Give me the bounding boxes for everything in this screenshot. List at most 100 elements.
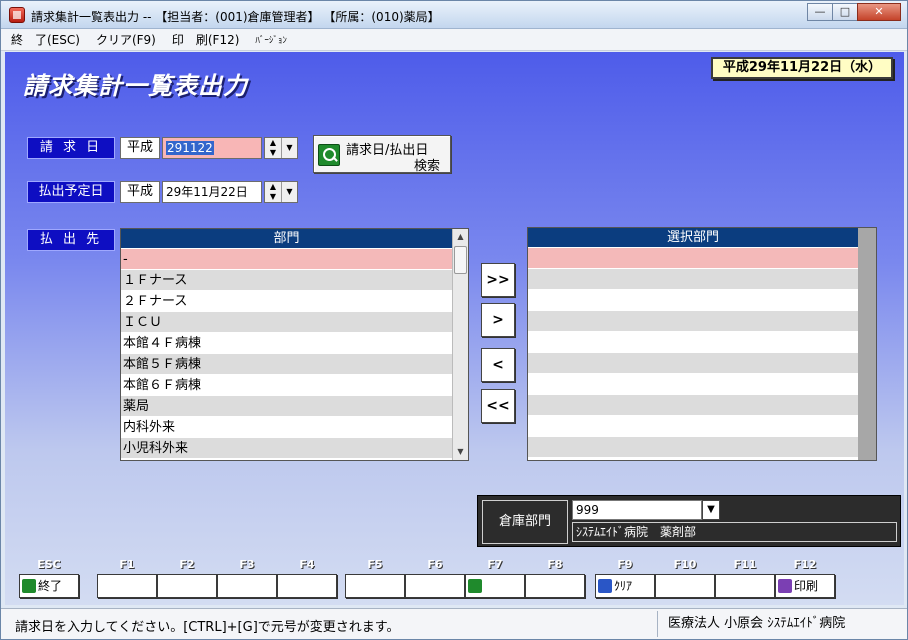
f1-button[interactable] [97,574,157,598]
remove-all-button[interactable]: << [481,389,515,423]
f6-button[interactable] [405,574,465,598]
menu-print[interactable]: 印 刷(F12) [172,31,240,48]
selected-department-list[interactable]: 選択部門 [527,227,877,461]
scroll-up-icon[interactable]: ▲ [453,229,468,245]
billing-date-label: 請 求 日 [27,137,115,159]
print-button-label: 印刷 [794,579,819,593]
list-item[interactable] [528,332,858,353]
chevron-down-icon[interactable]: ▼ [702,500,720,520]
window-controls: — □ ✕ [807,3,901,21]
menu-exit[interactable]: 終 了(ESC) [11,31,80,48]
list-item[interactable]: 内科外来 [121,417,452,438]
list-item[interactable]: 本館６Ｆ病棟 [121,375,452,396]
list-item[interactable]: １Ｆナース [121,270,452,291]
f5-button[interactable] [345,574,405,598]
page-title: 請求集計一覧表出力 [23,72,248,100]
minimize-button[interactable]: — [807,3,833,21]
title-bar[interactable]: 請求集計一覧表出力 -- 【担当者：(001)倉庫管理者】 【所属：(010)薬… [1,1,907,29]
fkey-labels: ESC F1 F2 F3 F4 F5 F6 F7 F8 F9 F10 F11 F… [5,558,904,572]
list-item[interactable]: - [121,249,452,270]
warehouse-name: ｼｽﾃﾑｴｲﾄﾞ病院 薬剤部 [572,522,897,542]
scheduled-date-label: 払出予定日 [27,181,115,203]
app-icon [9,7,25,23]
list-item[interactable]: 本館５Ｆ病棟 [121,354,452,375]
date-search-button[interactable]: 請求日/払出日 検索 [313,135,451,174]
fkey-label-f11: F11 [733,558,757,571]
up-down-icon[interactable]: ▲ ▼ [265,182,282,202]
scheduled-date-input[interactable]: 29年11月22日 [162,181,262,203]
exit-button-label: 終了 [38,579,63,593]
list-item[interactable] [528,374,858,395]
current-date-badge: 平成29年11月22日（水） [711,57,893,79]
destination-label: 払 出 先 [27,229,115,251]
app-window: 請求集計一覧表出力 -- 【担当者：(001)倉庫管理者】 【所属：(010)薬… [0,0,908,640]
f8-button[interactable] [525,574,585,598]
f4-button[interactable] [277,574,337,598]
list-item[interactable] [528,416,858,437]
add-button[interactable]: > [481,303,515,337]
list-item[interactable]: 本館４Ｆ病棟 [121,333,452,354]
fkey-label-esc: ESC [37,558,61,571]
list-item[interactable] [528,311,858,332]
department-list[interactable]: 部門 - １Ｆナース ２Ｆナース ＩＣＵ 本館４Ｆ病棟 本館５Ｆ病棟 本館６Ｆ病… [120,228,469,461]
fkey-label-f6: F6 [427,558,443,571]
chevron-down-icon[interactable]: ▼ [282,138,297,158]
fkey-label-f9: F9 [617,558,633,571]
list-item[interactable]: ２Ｆナース [121,291,452,312]
fkey-label-f4: F4 [299,558,315,571]
search-icon [318,144,340,166]
fkey-label-f5: F5 [367,558,383,571]
up-down-icon[interactable]: ▲ ▼ [265,138,282,158]
fkey-label-f8: F8 [547,558,563,571]
scheduled-date-spinner[interactable]: ▲ ▼ ▼ [264,181,298,203]
billing-date-input[interactable]: 291122 [162,137,262,159]
add-all-button[interactable]: >> [481,263,515,297]
print-button[interactable]: 印刷 [775,574,835,598]
scheduled-date-era[interactable]: 平成 [120,181,160,203]
scroll-thumb[interactable] [454,246,467,274]
selected-list-header: 選択部門 [528,228,858,248]
main-panel: 請求集計一覧表出力 平成29年11月22日（水） 請 求 日 平成 291122… [5,52,904,605]
maximize-button[interactable]: □ [832,3,858,21]
window-title: 請求集計一覧表出力 -- 【担当者：(001)倉庫管理者】 【所属：(010)薬… [31,10,440,24]
menu-clear[interactable]: クリア(F9) [96,31,156,48]
fkey-bar: 終了 ｸﾘｱ 印刷 [5,574,904,598]
close-button[interactable]: ✕ [857,3,901,21]
check-icon [598,579,612,593]
list-item[interactable] [528,395,858,416]
date-search-label-2: 検索 [414,159,441,174]
warehouse-panel: 倉庫部門 999 ▼ ｼｽﾃﾑｴｲﾄﾞ病院 薬剤部 [477,495,901,547]
menu-bar: 終 了(ESC) クリア(F9) 印 刷(F12) ﾊﾞｰｼﾞｮﾝ [1,29,907,51]
f3-button[interactable] [217,574,277,598]
status-message: 請求日を入力してください。[CTRL]+[G]で元号が変更されます。 [15,620,400,635]
list-item[interactable] [528,353,858,374]
exit-button[interactable]: 終了 [19,574,79,598]
list-item[interactable] [528,290,858,311]
clear-button[interactable]: ｸﾘｱ [595,574,655,598]
selected-list-scrollbar[interactable] [858,228,876,460]
fkey-label-f1: F1 [119,558,135,571]
list-item[interactable]: 薬局 [121,396,452,417]
remove-button[interactable]: < [481,348,515,382]
list-item[interactable]: 小児科外来 [121,438,452,459]
department-list-scrollbar[interactable]: ▲ ▼ [452,229,468,460]
f7-search-button[interactable] [465,574,525,598]
clear-button-label: ｸﾘｱ [614,579,633,593]
f11-button[interactable] [715,574,775,598]
fkey-label-f3: F3 [239,558,255,571]
list-item[interactable] [528,248,858,269]
billing-date-value: 291122 [166,141,214,155]
f10-button[interactable] [655,574,715,598]
fkey-label-f10: F10 [673,558,697,571]
billing-date-era[interactable]: 平成 [120,137,160,159]
list-item[interactable] [528,437,858,458]
list-item[interactable]: ＩＣＵ [121,312,452,333]
menu-version[interactable]: ﾊﾞｰｼﾞｮﾝ [255,33,287,46]
fkey-label-f2: F2 [179,558,195,571]
list-item[interactable] [528,269,858,290]
scroll-down-icon[interactable]: ▼ [453,444,468,460]
chevron-down-icon[interactable]: ▼ [282,182,297,202]
billing-date-spinner[interactable]: ▲ ▼ ▼ [264,137,298,159]
f2-button[interactable] [157,574,217,598]
warehouse-code-input[interactable]: 999 [572,500,702,520]
